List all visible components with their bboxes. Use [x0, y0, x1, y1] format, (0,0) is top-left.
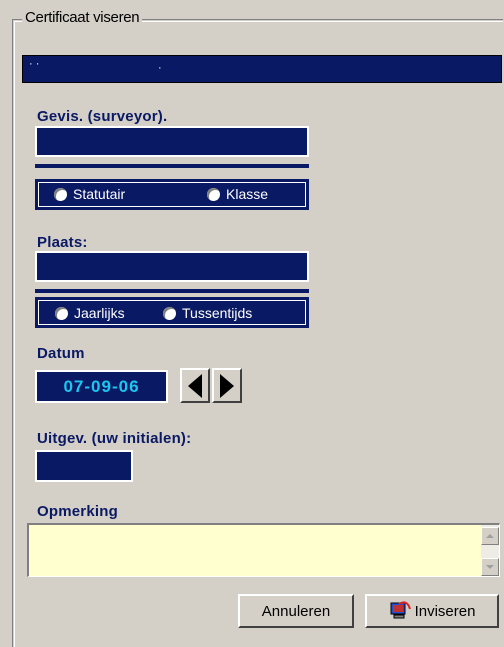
submit-button[interactable]: Inviseren [365, 594, 499, 628]
computer-icon [389, 601, 411, 621]
cancel-button[interactable]: Annuleren [238, 594, 354, 628]
scroll-down-icon [486, 565, 494, 569]
remark-scrollbar[interactable] [481, 525, 499, 576]
scroll-up-icon [486, 534, 494, 538]
radio-dot-icon [55, 306, 68, 320]
radio-statutair-label: Statutair [73, 186, 126, 202]
radio-statutair[interactable]: Statutair [54, 186, 125, 202]
header-bar-text: · · [29, 58, 40, 70]
initials-label: Uitgev. (uw initialen): [37, 430, 192, 447]
arrow-left-icon [188, 373, 202, 398]
place-input[interactable] [35, 251, 309, 282]
next-date-button[interactable] [212, 368, 242, 403]
surveyor-divider [35, 164, 309, 168]
initials-input[interactable] [35, 450, 133, 482]
place-divider [35, 289, 309, 293]
scroll-down-button[interactable] [481, 558, 499, 576]
header-bar-dot: · [158, 62, 162, 74]
radio-jaarlijks[interactable]: Jaarlijks [55, 305, 125, 321]
radio-dot-icon [163, 306, 176, 320]
arrow-right-icon [220, 373, 234, 398]
radio-dot-icon [54, 187, 67, 201]
remark-textarea[interactable] [27, 523, 500, 577]
radio-tussentijds[interactable]: Tussentijds [163, 305, 252, 321]
date-field[interactable]: 07-09-06 [35, 370, 168, 403]
submit-button-label: Inviseren [414, 602, 476, 620]
certificate-header-bar: · · · [22, 55, 502, 83]
place-label: Plaats: [37, 234, 88, 251]
radio-klasse-label: Klasse [226, 186, 269, 202]
radio-jaarlijks-label: Jaarlijks [74, 305, 125, 321]
radio-klasse[interactable]: Klasse [207, 186, 268, 202]
date-label: Datum [37, 345, 85, 362]
surveyor-input[interactable] [35, 126, 309, 157]
groupbox-title: Certificaat viseren [22, 9, 143, 26]
cancel-button-label: Annuleren [261, 602, 331, 620]
radio-dot-icon [207, 187, 220, 201]
remark-label: Opmerking [37, 503, 118, 520]
scroll-up-button[interactable] [481, 527, 499, 545]
previous-date-button[interactable] [180, 368, 210, 403]
radio-tussentijds-label: Tussentijds [182, 305, 253, 321]
surveyor-label: Gevis. (surveyor). [37, 108, 168, 125]
